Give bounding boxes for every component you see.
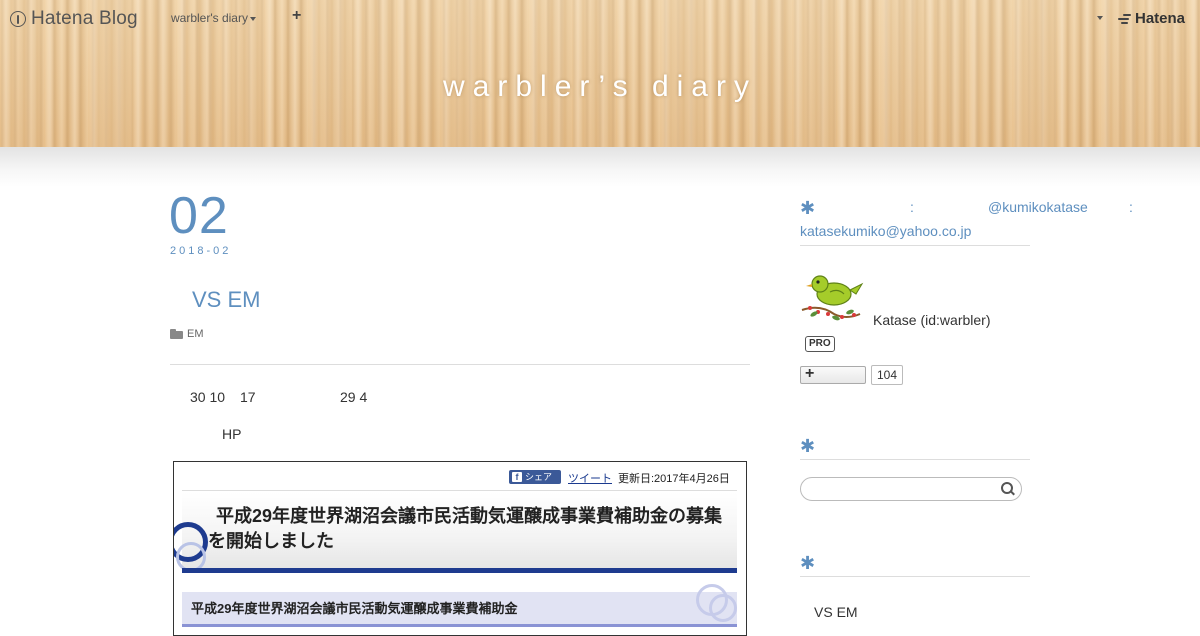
chevron-down-icon [249, 16, 256, 21]
search-input[interactable] [800, 477, 1022, 501]
module-asterisk-icon: ✱ [800, 198, 816, 218]
paragraph-text: 30 10 [190, 389, 226, 405]
hatena-mark-icon [1118, 13, 1132, 25]
module-asterisk-icon: ✱ [800, 436, 816, 456]
category-link[interactable]: EM [187, 328, 204, 340]
entry-paragraph: HP [222, 426, 242, 442]
profile-name-link[interactable]: Katase (id:warbler) [873, 312, 991, 328]
avatar[interactable] [800, 270, 864, 322]
logo-text: Hatena Blog [31, 8, 138, 29]
module-divider [800, 245, 1030, 246]
hatena-brand-text: Hatena [1135, 10, 1186, 27]
contact-separator: : [1129, 199, 1133, 215]
entry-category: EM [170, 328, 204, 340]
swirl-decoration-icon [709, 594, 737, 622]
follower-count[interactable]: 104 [871, 365, 904, 385]
follow-button[interactable]: + [800, 365, 866, 384]
entry-date-full: 2018-02 [170, 245, 232, 257]
embed-divider [182, 490, 737, 491]
pro-badge: PRO [805, 336, 835, 352]
tweet-link: ツイート [568, 473, 612, 485]
embed-blue-rule [182, 568, 737, 573]
embed-heading: 平成29年度世界湖沼会議市民活動気運醸成事業費補助金の募集を開始しました [208, 506, 723, 551]
search-icon[interactable] [1001, 482, 1015, 496]
recent-entry-link[interactable]: VS EM [814, 604, 858, 620]
add-entry-button[interactable]: + [292, 7, 301, 25]
header-shadow [0, 147, 1200, 187]
hatena-blog-logo-icon [10, 11, 26, 27]
blog-menu-label: warbler's diary [171, 11, 248, 25]
blog-switch-menu[interactable]: warbler's diary [171, 11, 256, 25]
embed-subheading: 平成29年度世界湖沼会議市民活動気運醸成事業費補助金 [191, 601, 518, 616]
global-header-bar: Hatena Blog warbler's diary + Hatena [0, 0, 1200, 38]
embed-subheading-block: 平成29年度世界湖沼会議市民活動気運醸成事業費補助金 [182, 584, 737, 627]
facebook-icon: f [512, 472, 522, 482]
updated-date: 更新日:2017年4月26日 [618, 473, 730, 485]
share-label: シェア [525, 472, 553, 482]
module-divider [800, 576, 1030, 577]
twitter-handle-link[interactable]: @kumikokatase [988, 199, 1088, 215]
facebook-share-button: f シェア [509, 470, 561, 484]
blog-title[interactable]: warbler’s diary [0, 70, 1200, 104]
module-asterisk-icon: ✱ [800, 553, 816, 573]
entry-title[interactable]: VS EM [192, 287, 260, 313]
contact-email-link[interactable]: katasekumiko@yahoo.co.jp [800, 223, 971, 239]
plus-icon: + [805, 365, 815, 382]
entry-date-day[interactable]: 02 [169, 186, 229, 246]
hatena-brand-link[interactable]: Hatena [1118, 10, 1185, 27]
module-divider [800, 459, 1030, 460]
user-menu-chevron-down-icon[interactable] [1097, 16, 1103, 20]
paragraph-text: 29 4 [340, 389, 368, 405]
divider [170, 364, 750, 365]
embed-heading-block: 平成29年度世界湖沼会議市民活動気運醸成事業費補助金の募集を開始しました [174, 492, 737, 572]
contact-separator: : [910, 199, 914, 215]
folder-icon [170, 329, 183, 339]
embedded-screenshot: f シェア ツイート 更新日:2017年4月26日 平成29年度世界湖沼会議市民… [173, 461, 747, 636]
paragraph-text: 17 [240, 389, 256, 405]
hatena-blog-logo[interactable]: Hatena Blog [10, 8, 138, 30]
